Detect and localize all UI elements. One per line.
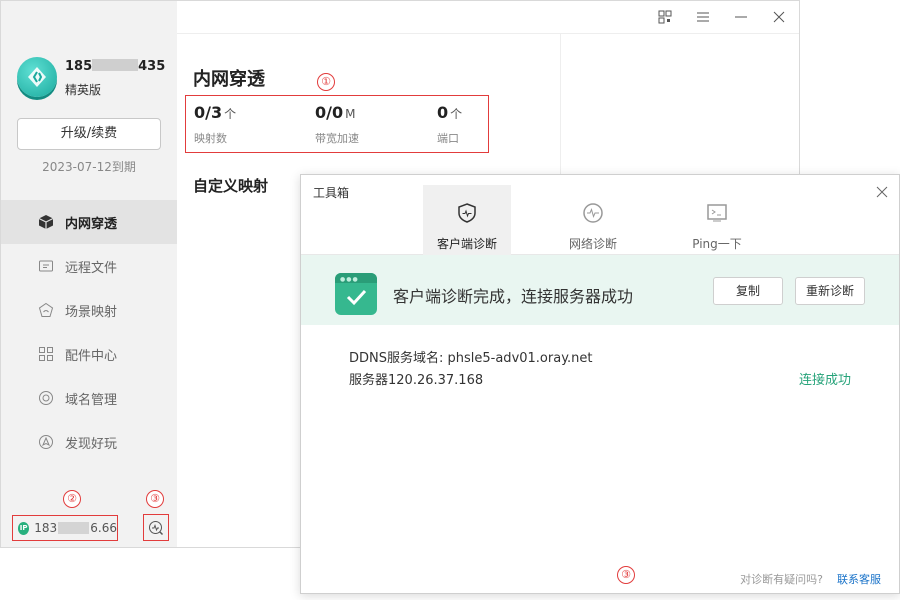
close-icon[interactable] [875, 184, 889, 198]
toolbox-title: 工具箱 [313, 186, 350, 200]
sidebar-item-label: 域名管理 [65, 392, 118, 408]
custom-mapping-title: 自定义映射 [193, 177, 269, 195]
sidebar-item-scene-mapping[interactable]: 场景映射 [1, 288, 177, 332]
logo-icon [28, 67, 46, 87]
ddns-domain: DDNS服务域名: phsle5-adv01.oray.net [349, 351, 593, 366]
stat-mappings: 0/3 个 映射数 [194, 103, 236, 146]
sidebar-item-label: 远程文件 [65, 260, 118, 276]
sidebar-item-label: 场景映射 [65, 304, 118, 320]
qrcode-icon[interactable] [657, 9, 673, 25]
expire-date: 2023-07-12到期 [42, 160, 136, 174]
stat-value: 0/3 [194, 103, 223, 122]
account-number: 185 435 [65, 59, 166, 74]
masked-ip [58, 522, 90, 534]
tab-label: 客户端诊断 [436, 237, 497, 251]
tab-label: 网络诊断 [568, 237, 617, 251]
profile[interactable]: 185 435 精英版 [17, 57, 167, 101]
sidebar-item-label: 发现好玩 [65, 436, 118, 452]
annotation-3: ③ [146, 490, 164, 508]
tab-ping[interactable]: Ping一下 [677, 185, 757, 255]
diagnose-icon [149, 520, 164, 535]
sidebar: 185435 精英版 升级/续费 2023-07-12到期 内网穿透 远程文件 [1, 1, 177, 547]
sidebar-item-intranet[interactable]: 内网穿透 [1, 200, 177, 244]
diagnose-button[interactable] [143, 514, 169, 541]
stat-label: 带宽加速 [315, 132, 359, 145]
title-bar-controls [657, 9, 787, 25]
stat-ports: 0个 端口 [437, 103, 462, 146]
folder-icon [37, 257, 55, 275]
stat-label: 映射数 [194, 132, 227, 145]
tab-client-diagnosis[interactable]: 客户端诊断 [423, 185, 511, 255]
tab-network-diagnosis[interactable]: 网络诊断 [553, 185, 633, 255]
success-shield-icon: ●●● [335, 273, 377, 315]
toolbox-dialog: 工具箱 客户端诊断 网络诊断 Ping一下 ●●● 客户端诊断完成，连接服务器成… [300, 174, 900, 594]
diagnosis-result-bar: ●●● 客户端诊断完成，连接服务器成功 复制 重新诊断 [301, 255, 899, 325]
stat-unit: 个 [450, 107, 463, 121]
rediagnose-button[interactable]: 重新诊断 [795, 277, 865, 305]
stat-label: 端口 [437, 132, 459, 145]
discover-icon [37, 433, 55, 451]
pulse-icon [577, 197, 609, 229]
copy-button[interactable]: 复制 [713, 277, 783, 305]
sidebar-nav: 内网穿透 远程文件 场景映射 配件中心 域名管理 发现好玩 [1, 200, 177, 464]
close-icon[interactable] [771, 9, 787, 25]
server-address: 服务器120.26.37.168 [349, 373, 484, 388]
masked-digits [92, 59, 139, 71]
tab-label: Ping一下 [692, 237, 742, 251]
stat-value: 0 [437, 103, 449, 122]
annotation-2: ② [63, 490, 81, 508]
stat-bandwidth: 0/0 M 带宽加速 [315, 103, 359, 146]
stat-unit: M [345, 107, 356, 121]
sidebar-item-remote-files[interactable]: 远程文件 [1, 244, 177, 288]
terminal-icon [701, 197, 733, 229]
ip-prefix: 183 [34, 521, 58, 535]
annotation-1: ① [317, 73, 335, 91]
upgrade-button[interactable]: 升级/续费 [17, 118, 161, 150]
stat-value: 0/0 [315, 103, 344, 122]
menu-icon[interactable] [695, 9, 711, 25]
connection-status: 连接成功 [799, 373, 852, 388]
sidebar-item-discover[interactable]: 发现好玩 [1, 420, 177, 464]
grid-icon [37, 345, 55, 363]
annotation-3-dialog: ③ [617, 566, 635, 584]
diagnosis-result-text: 客户端诊断完成，连接服务器成功 [393, 287, 634, 306]
domain-icon [37, 389, 55, 407]
cube-icon [37, 213, 55, 231]
stats-panel: 0/3 个 映射数 0/0 M 带宽加速 0个 端口 [185, 95, 489, 153]
stat-unit: 个 [224, 107, 237, 121]
sidebar-item-label: 配件中心 [65, 348, 118, 364]
ip-badge-icon: IP [18, 521, 30, 535]
ip-address[interactable]: IP 183 6.66 [12, 515, 118, 541]
avatar [17, 57, 57, 97]
footer-question: 对诊断有疑问吗? [740, 573, 823, 586]
minimize-icon[interactable] [733, 9, 749, 25]
scene-map-icon [37, 301, 55, 319]
toolbox-header: 工具箱 客户端诊断 网络诊断 Ping一下 [301, 175, 899, 255]
edition-label: 精英版 [65, 83, 102, 97]
page-title: 内网穿透 [193, 69, 265, 90]
contact-support-link[interactable]: 联系客服 [837, 571, 881, 587]
ip-suffix: 6.66 [90, 521, 117, 535]
shield-icon [451, 197, 483, 229]
sidebar-item-accessories[interactable]: 配件中心 [1, 332, 177, 376]
sidebar-item-domain[interactable]: 域名管理 [1, 376, 177, 420]
sidebar-item-label: 内网穿透 [65, 216, 118, 232]
